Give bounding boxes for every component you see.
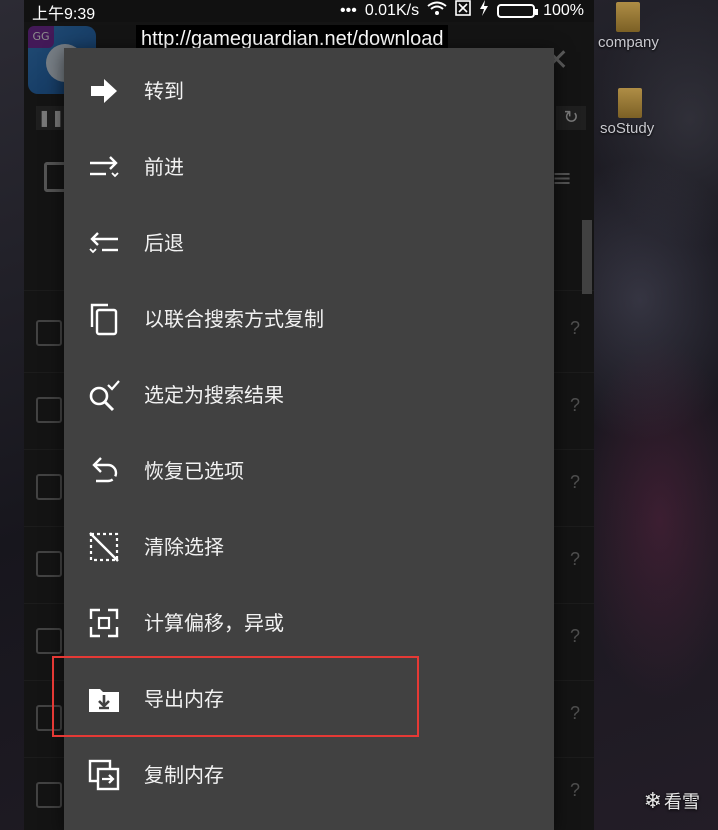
charging-icon: [479, 0, 489, 21]
copy-memory-icon: [86, 757, 122, 793]
watermark: ❄ 看雪: [644, 788, 700, 814]
menu-item-label: 转到: [144, 79, 184, 103]
arrow-right-icon: [86, 73, 122, 109]
status-bar: 上午9:39 ••• 0.01K/s 100%: [24, 0, 594, 23]
menu-item-back[interactable]: 后退: [64, 205, 554, 281]
menu-item-select-as-result[interactable]: 选定为搜索结果: [64, 357, 554, 433]
status-time: 上午9:39: [32, 6, 96, 23]
undo-icon: [86, 453, 122, 489]
back-icon: [86, 225, 122, 261]
clear-selection-icon: [86, 529, 122, 565]
menu-item-label: 清除选择: [144, 535, 224, 559]
highlight-annotation: [52, 656, 419, 737]
menu-item-restore-selection[interactable]: 恢复已选项: [64, 433, 554, 509]
desktop-icon-company[interactable]: company: [598, 2, 659, 51]
menu-item-goto[interactable]: 转到: [64, 53, 554, 129]
folder-icon: [616, 2, 640, 32]
watermark-text: 看雪: [664, 792, 700, 813]
desktop-icon-sostudy[interactable]: soStudy: [600, 88, 654, 137]
status-dots: •••: [340, 1, 357, 19]
menu-item-calc-offset-xor[interactable]: 计算偏移，异或: [64, 585, 554, 661]
battery-icon: [497, 3, 539, 18]
menu-item-copy-joint-search[interactable]: 以联合搜索方式复制: [64, 281, 554, 357]
menu-item-copy-memory[interactable]: 复制内存: [64, 737, 554, 813]
menu-item-clear-selection[interactable]: 清除选择: [64, 509, 554, 585]
sim-off-icon: [455, 0, 471, 21]
desktop-icon-label: soStudy: [600, 120, 655, 137]
menu-item-label: 前进: [144, 155, 184, 179]
snowflake-icon: ❄: [643, 789, 662, 814]
battery-percent: 100%: [543, 1, 584, 19]
menu-item-forward[interactable]: 前进: [64, 129, 554, 205]
menu-item-label: 复制内存: [144, 763, 224, 787]
desktop-icon-label: company: [598, 34, 659, 51]
net-speed: 0.01K/s: [364, 1, 420, 19]
offset-calc-icon: [86, 605, 122, 641]
menu-item-label: 以联合搜索方式复制: [144, 307, 324, 331]
folder-icon: [618, 88, 642, 118]
copy-icon: [86, 301, 122, 337]
menu-item-label: 选定为搜索结果: [144, 383, 284, 407]
menu-item-label: 计算偏移，异或: [144, 611, 284, 635]
menu-item-label: 后退: [144, 231, 184, 255]
forward-icon: [86, 149, 122, 185]
search-check-icon: [86, 377, 122, 413]
wifi-icon: [427, 1, 447, 20]
menu-item-label: 恢复已选项: [144, 459, 244, 483]
